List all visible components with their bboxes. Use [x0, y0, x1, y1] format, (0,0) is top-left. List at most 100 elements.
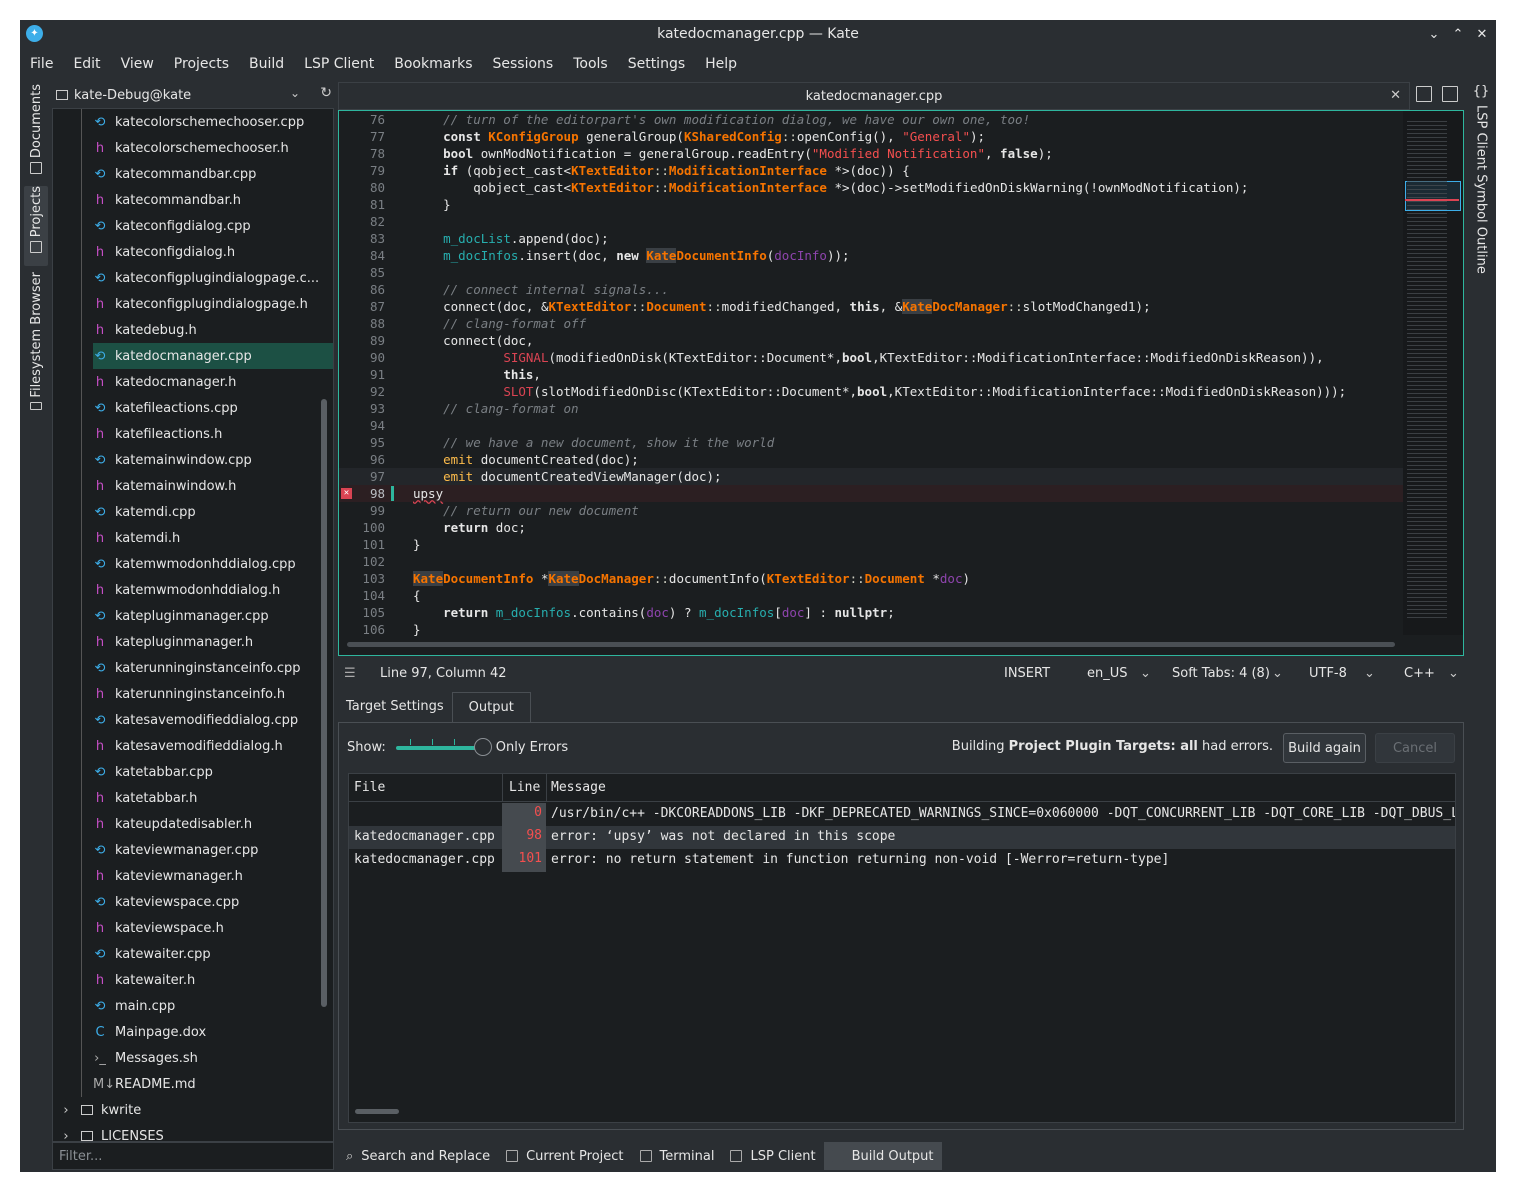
tree-item-file[interactable]: h katefileactions.h [93, 421, 333, 447]
tree-item-file[interactable]: h katewaiter.h [93, 967, 333, 993]
tree-item-file[interactable]: h katemainwindow.h [93, 473, 333, 499]
tree-item-file[interactable]: h katetabbar.h [93, 785, 333, 811]
split-view-icon[interactable] [1442, 86, 1458, 102]
maximize-icon[interactable]: ⌃ [1448, 24, 1468, 44]
tree-item-file[interactable]: ⟲ katecolorschemechooser.cpp [93, 109, 333, 135]
tree-item-file[interactable]: h katecommandbar.h [93, 187, 333, 213]
kate-app-icon[interactable]: ✦ [26, 25, 43, 42]
close-window-icon[interactable]: ✕ [1472, 24, 1492, 44]
output-horizontal-scrollbar[interactable] [355, 1109, 399, 1114]
tree-item-file[interactable]: ⟲ kateconfigdialog.cpp [93, 213, 333, 239]
tree-item-file[interactable]: ⟲ katedocmanager.cpp [93, 343, 333, 369]
input-mode[interactable]: INSERT [1004, 666, 1050, 681]
menu-bookmarks[interactable]: Bookmarks [384, 56, 482, 72]
tree-item-file[interactable]: ⟲ katemwmodonhddialog.cpp [93, 551, 333, 577]
cursor-position[interactable]: Line 97, Column 42 [380, 666, 507, 681]
menu-view[interactable]: View [111, 56, 164, 72]
table-row[interactable]: katedocmanager.cpp 101 error: no return … [349, 849, 1455, 872]
menu-lines-icon[interactable]: ☰ [344, 666, 356, 681]
column-message[interactable]: Message [551, 780, 606, 795]
tab-build-output[interactable]: Build Output [823, 1142, 942, 1170]
tab-output[interactable]: Output [451, 692, 531, 722]
tree-item-file[interactable]: ⟲ katecommandbar.cpp [93, 161, 333, 187]
encoding-setting[interactable]: UTF-8 [1309, 666, 1347, 681]
tree-item-file[interactable]: h katemdi.h [93, 525, 333, 551]
tree-item-file[interactable]: h katedebug.h [93, 317, 333, 343]
tree-item-file[interactable]: h kateviewspace.h [93, 915, 333, 941]
tab-filesystem-browser[interactable]: Filesystem Browser [24, 272, 48, 414]
tree-item-file[interactable]: ⟲ katewaiter.cpp [93, 941, 333, 967]
tree-item-file[interactable]: h kateupdatedisabler.h [93, 811, 333, 837]
cancel-button[interactable]: Cancel [1375, 733, 1455, 763]
menu-lsp-client[interactable]: LSP Client [294, 56, 384, 72]
new-document-icon[interactable] [1416, 86, 1432, 102]
menu-projects[interactable]: Projects [164, 56, 239, 72]
tree-item-file[interactable]: ⟲ katepluginmanager.cpp [93, 603, 333, 629]
tree-item-file[interactable]: ⟲ main.cpp [93, 993, 333, 1019]
chevron-down-icon[interactable]: ⌄ [1272, 666, 1283, 681]
error-mark-icon[interactable]: ✕ [341, 488, 352, 499]
tree-item-file[interactable]: h kateconfigplugindialogpage.h [93, 291, 333, 317]
tab-terminal[interactable]: Terminal [632, 1142, 723, 1170]
menu-help[interactable]: Help [695, 56, 747, 72]
tree-item-file[interactable]: h kateconfigdialog.h [93, 239, 333, 265]
code-editor[interactable]: 76 // turn of the editorpart's own modif… [338, 110, 1464, 656]
chevron-right-icon[interactable]: › [59, 1129, 73, 1142]
tree-item-folder[interactable]: › LICENSES [59, 1123, 319, 1142]
column-file[interactable]: File [354, 780, 385, 795]
chevron-down-icon[interactable]: ⌄ [1140, 666, 1151, 681]
table-row[interactable]: katedocmanager.cpp 98 error: ‘upsy’ was … [349, 826, 1455, 849]
tab-search-and-replace[interactable]: ⌕ Search and Replace [338, 1142, 498, 1170]
tree-item-file[interactable]: ⟲ katetabbar.cpp [93, 759, 333, 785]
menu-edit[interactable]: Edit [63, 56, 110, 72]
syntax-mode[interactable]: C++ [1404, 666, 1435, 681]
tab-lsp-client[interactable]: LSP Client [722, 1142, 823, 1170]
chevron-down-icon[interactable]: ⌄ [1364, 666, 1375, 681]
reload-icon[interactable]: ↻ [320, 85, 332, 101]
menu-build[interactable]: Build [239, 56, 294, 72]
tree-item-file[interactable]: h katecolorschemechooser.h [93, 135, 333, 161]
tab-target-settings[interactable]: Target Settings [338, 692, 452, 722]
tree-item-file[interactable]: h katesavemodifieddialog.h [93, 733, 333, 759]
chevron-down-icon[interactable]: ⌄ [1448, 666, 1459, 681]
chevron-right-icon[interactable]: › [59, 1103, 73, 1118]
project-selector[interactable]: kate-Debug@kate ⌄ ↻ [52, 82, 332, 108]
tab-projects[interactable]: Projects [24, 186, 48, 266]
table-row[interactable]: 0 /usr/bin/c++ -DKCOREADDONS_LIB -DKF_DE… [349, 803, 1455, 826]
tree-item-file[interactable]: h katepluginmanager.h [93, 629, 333, 655]
tree-item-file[interactable]: h katemwmodonhddialog.h [93, 577, 333, 603]
show-filter-slider[interactable] [395, 737, 492, 757]
tree-item-file[interactable]: ⟲ kateconfigplugindialogpage.c... [93, 265, 333, 291]
menu-sessions[interactable]: Sessions [482, 56, 563, 72]
tree-item-file[interactable]: ⟲ katesavemodifieddialog.cpp [93, 707, 333, 733]
indentation-setting[interactable]: Soft Tabs: 4 (8) [1172, 666, 1270, 681]
tree-item-file[interactable]: h katedocmanager.h [93, 369, 333, 395]
tree-item-file[interactable]: C Mainpage.dox [93, 1019, 333, 1045]
chevron-down-icon[interactable]: ⌄ [290, 86, 300, 100]
minimize-icon[interactable]: ⌄ [1424, 24, 1444, 44]
tree-item-file[interactable]: ⟲ katefileactions.cpp [93, 395, 333, 421]
spellcheck-language[interactable]: en_US [1087, 666, 1128, 681]
tab-lsp-symbol-outline[interactable]: LSP Client Symbol Outline [1474, 105, 1489, 274]
close-tab-icon[interactable]: ✕ [1390, 88, 1401, 103]
tree-item-file[interactable]: h katerunninginstanceinfo.h [93, 681, 333, 707]
editor-horizontal-scrollbar[interactable] [347, 642, 1395, 647]
build-again-button[interactable]: Build again [1283, 733, 1366, 763]
tree-item-file[interactable]: ⟲ katerunninginstanceinfo.cpp [93, 655, 333, 681]
tree-item-file[interactable]: ›_ Messages.sh [93, 1045, 333, 1071]
tree-item-file[interactable]: ⟲ katemdi.cpp [93, 499, 333, 525]
menu-settings[interactable]: Settings [618, 56, 695, 72]
editor-tab-katedocmanager[interactable]: katedocmanager.cpp ✕ [338, 82, 1410, 110]
tree-item-file[interactable]: ⟲ kateviewspace.cpp [93, 889, 333, 915]
tab-current-project[interactable]: Current Project [498, 1142, 631, 1170]
menu-tools[interactable]: Tools [563, 56, 618, 72]
tree-item-file[interactable]: M↓ README.md [93, 1071, 333, 1097]
menu-file[interactable]: File [20, 56, 63, 72]
tree-item-file[interactable]: h kateviewmanager.h [93, 863, 333, 889]
tab-documents[interactable]: Documents [24, 84, 48, 178]
column-line[interactable]: Line [509, 780, 540, 795]
filter-input[interactable]: Filter... [52, 1142, 334, 1170]
code-minimap[interactable] [1403, 111, 1463, 635]
tree-item-file[interactable]: ⟲ katemainwindow.cpp [93, 447, 333, 473]
tree-item-file[interactable]: ⟲ kateviewmanager.cpp [93, 837, 333, 863]
